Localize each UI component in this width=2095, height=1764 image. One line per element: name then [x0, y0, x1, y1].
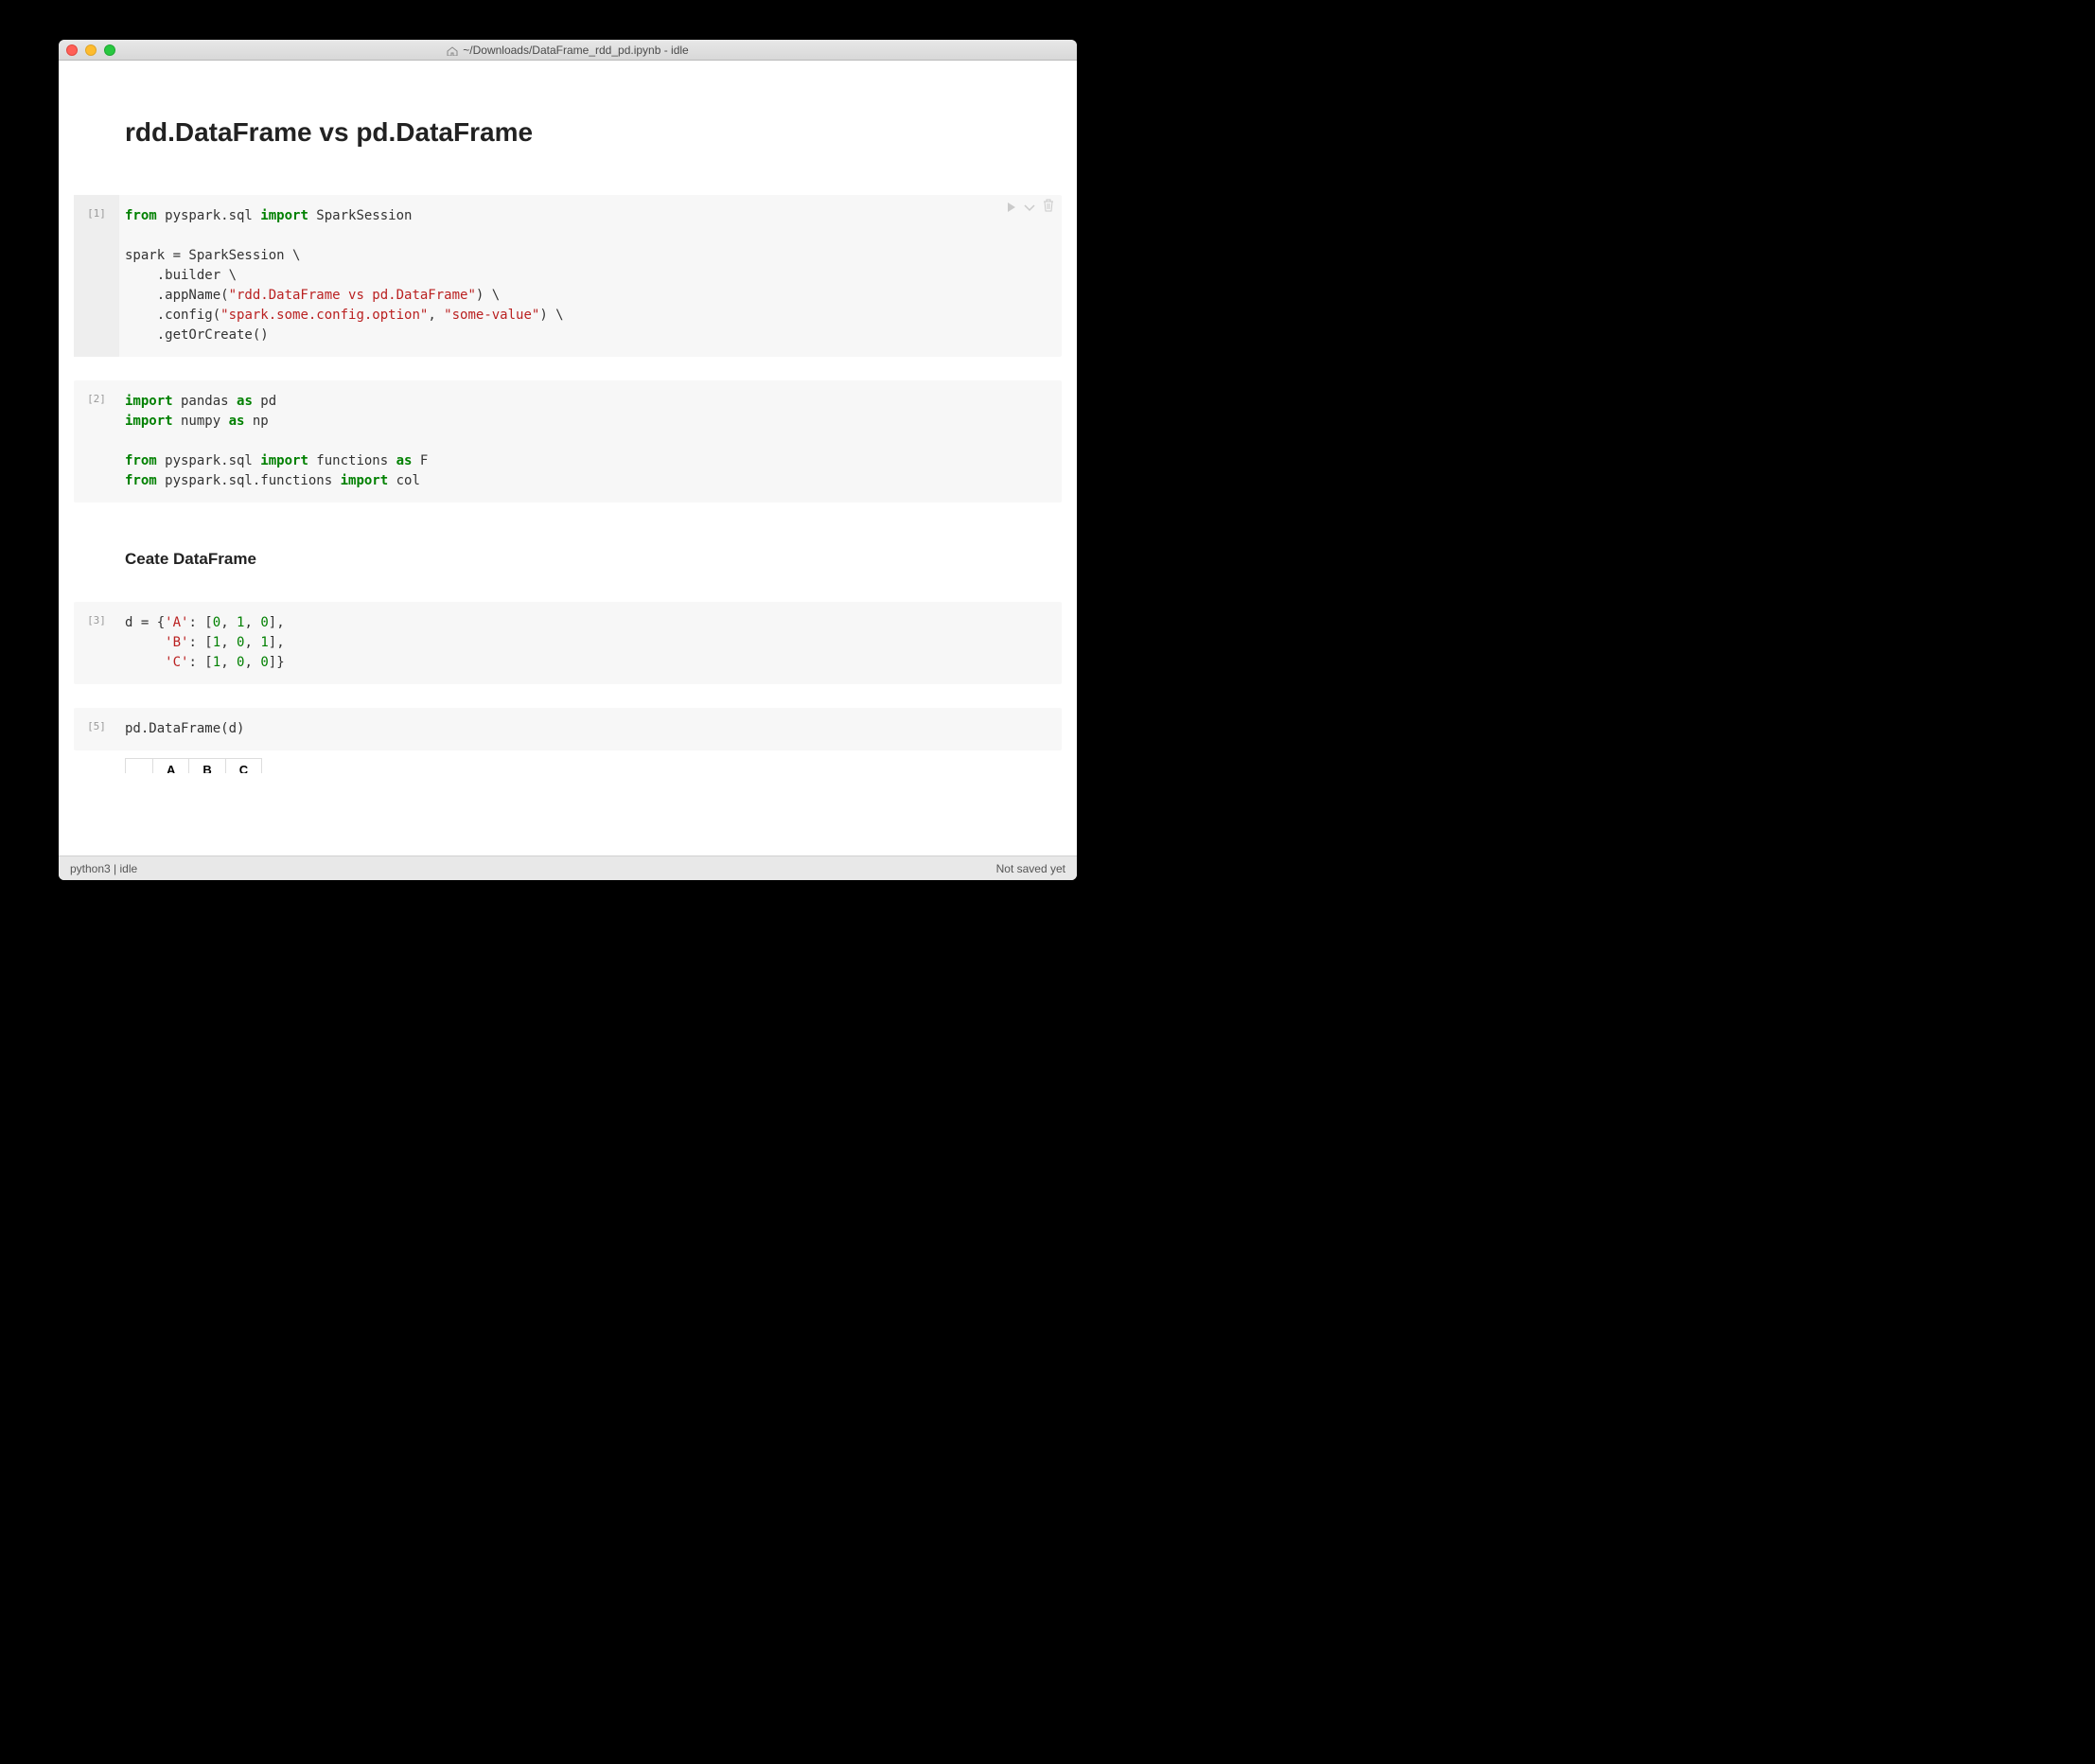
statusbar: python3 | idle Not saved yet [59, 856, 1077, 880]
window-title-text: ~/Downloads/DataFrame_rdd_pd.ipynb - idl… [463, 44, 688, 57]
cell-prompt: [1] [74, 195, 119, 357]
cell-prompt: [2] [74, 380, 119, 503]
zoom-window-button[interactable] [104, 44, 115, 56]
heading-3: Ceate DataFrame [125, 550, 1011, 569]
code-cell[interactable]: [5] pd.DataFrame(d) [74, 708, 1062, 750]
code-cell[interactable]: [2] import pandas as pd import numpy as … [74, 380, 1062, 503]
cell-toolbar [1007, 199, 1054, 217]
cell-code[interactable]: import pandas as pd import numpy as np f… [119, 380, 1062, 503]
cell-prompt: [5] [74, 708, 119, 750]
window-controls [66, 44, 115, 56]
save-status: Not saved yet [996, 862, 1065, 875]
code-cell[interactable]: [1] from pyspark.sql import SparkSession… [74, 195, 1062, 357]
code-cell[interactable]: [3] d = {'A': [0, 1, 0], 'B': [1, 0, 1],… [74, 602, 1062, 684]
minimize-window-button[interactable] [85, 44, 97, 56]
table-header: B [189, 759, 225, 774]
dataframe-output: A B C [59, 758, 1077, 773]
window-title: ~/Downloads/DataFrame_rdd_pd.ipynb - idl… [59, 44, 1077, 57]
cell-code[interactable]: d = {'A': [0, 1, 0], 'B': [1, 0, 1], 'C'… [119, 602, 1062, 684]
table-row: A B C [126, 759, 262, 774]
output-table: A B C [125, 758, 262, 773]
heading-1: rdd.DataFrame vs pd.DataFrame [125, 117, 1011, 148]
home-icon [447, 45, 458, 55]
notebook-content[interactable]: rdd.DataFrame vs pd.DataFrame [1] from p… [59, 61, 1077, 856]
run-cell-icon[interactable] [1007, 200, 1016, 217]
close-window-button[interactable] [66, 44, 78, 56]
trash-icon[interactable] [1043, 199, 1054, 217]
cell-code[interactable]: pd.DataFrame(d) [119, 708, 1062, 750]
kernel-status[interactable]: python3 | idle [70, 862, 137, 875]
table-header [126, 759, 153, 774]
chevron-down-icon[interactable] [1024, 200, 1035, 217]
app-window: ~/Downloads/DataFrame_rdd_pd.ipynb - idl… [59, 40, 1077, 880]
titlebar[interactable]: ~/Downloads/DataFrame_rdd_pd.ipynb - idl… [59, 40, 1077, 61]
cell-code[interactable]: from pyspark.sql import SparkSession spa… [119, 195, 1062, 357]
table-header: C [225, 759, 261, 774]
table-header: A [153, 759, 189, 774]
cell-prompt: [3] [74, 602, 119, 684]
